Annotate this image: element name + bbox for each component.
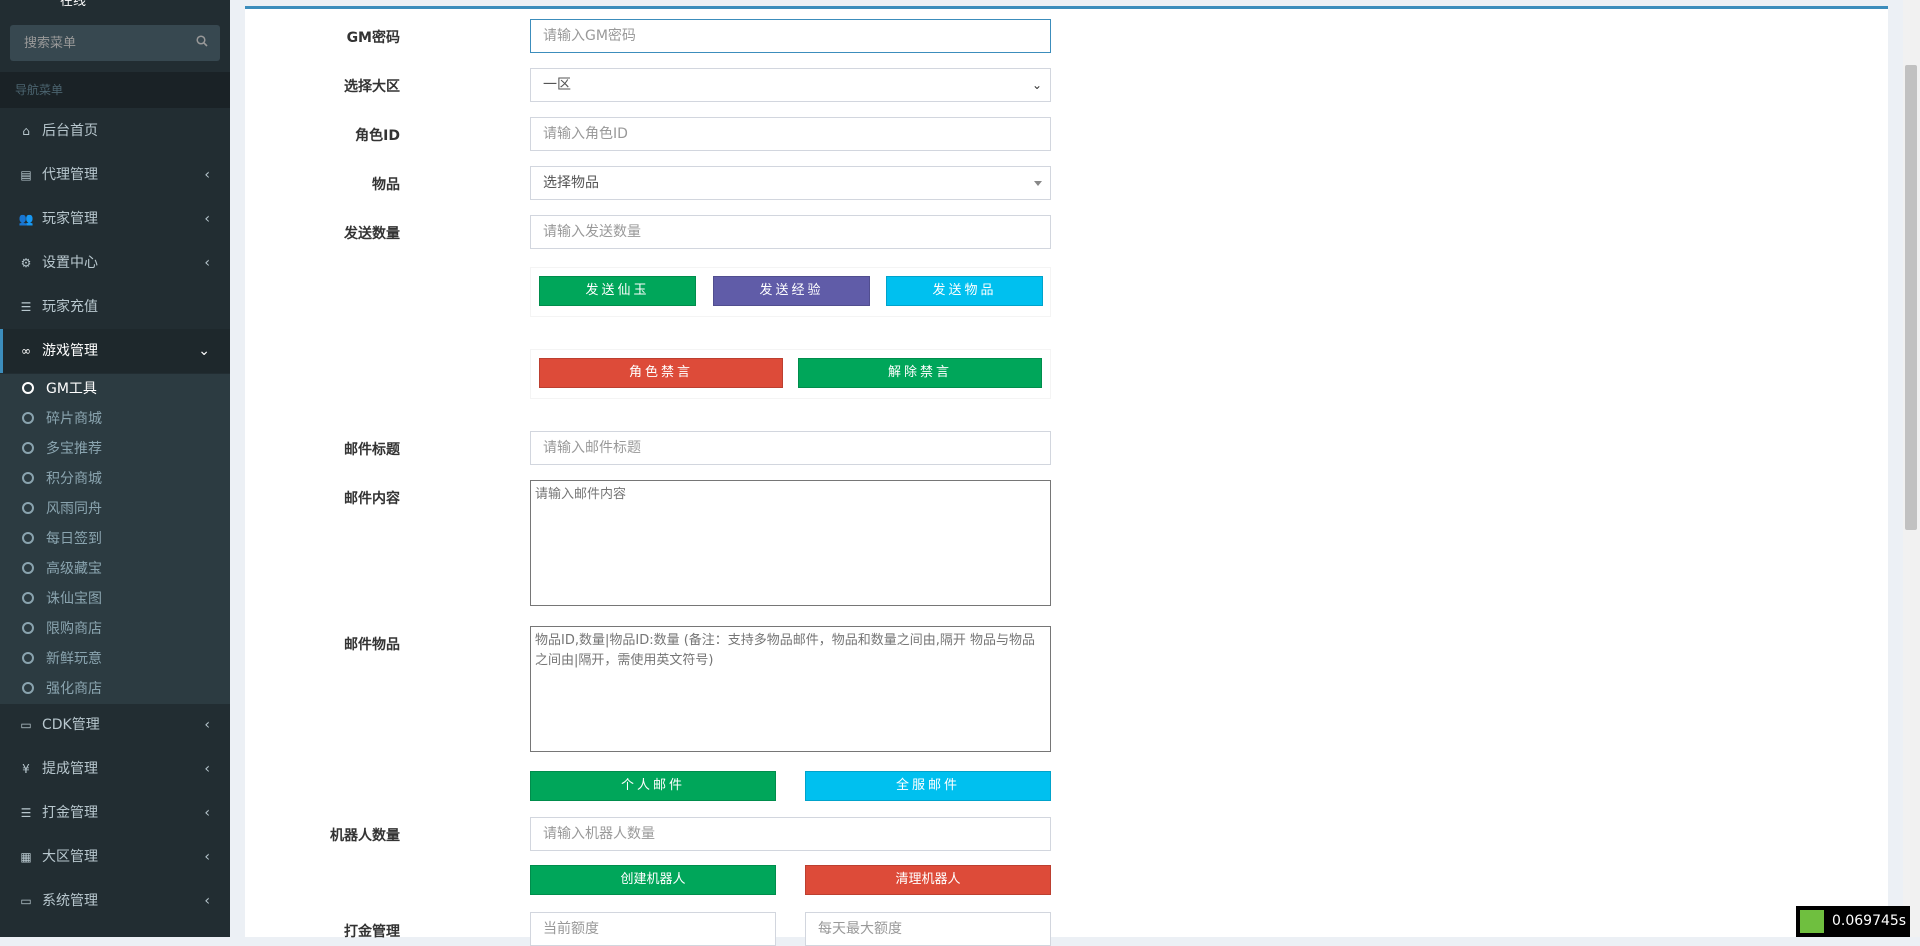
chevron-left-icon: ‹ bbox=[204, 255, 210, 271]
user-status: 在线 bbox=[60, 0, 87, 9]
mail-items-textarea[interactable] bbox=[530, 626, 1051, 752]
yen-icon: ¥ bbox=[22, 762, 30, 776]
chevron-left-icon: ‹ bbox=[204, 805, 210, 821]
th-large-icon: ▦ bbox=[20, 850, 32, 864]
mail-title-input[interactable] bbox=[530, 431, 1051, 465]
gamepad-icon: ∞ bbox=[21, 344, 31, 358]
send-count-input[interactable] bbox=[530, 215, 1051, 249]
home-icon: ⌂ bbox=[22, 124, 30, 138]
daily-max-quota-input[interactable] bbox=[805, 912, 1051, 946]
chevron-left-icon: ‹ bbox=[204, 893, 210, 909]
gm-tool-panel: GM密码 选择大区 一区 ⌄ 角色ID 物品 选择物品 发送数量 发送仙玉 发送… bbox=[245, 6, 1888, 946]
id-card-icon: ▤ bbox=[20, 168, 32, 182]
unmute-role-button[interactable]: 解除禁言 bbox=[798, 358, 1042, 388]
sidebar-item-commission[interactable]: ¥ 提成管理 ‹ bbox=[0, 747, 230, 791]
sidebar-item-game[interactable]: ∞ 游戏管理 ⌄ bbox=[0, 329, 230, 373]
gears-icon: ⚙ bbox=[20, 256, 32, 270]
circle-icon bbox=[22, 652, 34, 664]
region-select[interactable]: 一区 ⌄ bbox=[530, 68, 1051, 102]
search-icon[interactable] bbox=[196, 35, 208, 47]
chevron-left-icon: ‹ bbox=[204, 167, 210, 183]
circle-icon bbox=[22, 382, 34, 394]
send-item-button[interactable]: 发送物品 bbox=[886, 276, 1043, 306]
chevron-down-icon: ⌄ bbox=[198, 343, 210, 359]
page-timer: 0.069745s bbox=[1796, 906, 1911, 937]
gold-label: 打金管理 bbox=[344, 924, 400, 940]
role-id-input[interactable] bbox=[530, 117, 1051, 151]
sub-item-enhance-shop[interactable]: 强化商店 bbox=[0, 674, 230, 704]
region-label: 选择大区 bbox=[344, 79, 400, 95]
chevron-left-icon: ‹ bbox=[204, 211, 210, 227]
sub-item-fragment-shop[interactable]: 碎片商城 bbox=[0, 404, 230, 434]
mail-title-label: 邮件标题 bbox=[344, 442, 400, 458]
gm-password-label: GM密码 bbox=[346, 30, 400, 46]
role-id-label: 角色ID bbox=[355, 128, 400, 144]
sidebar-item-settings[interactable]: ⚙ 设置中心 ‹ bbox=[0, 241, 230, 285]
sidebar: 在线 导航菜单 ⌂后台首页 ▤代理管理 ‹ 👥玩家管理 ‹ ⚙设置中心 ‹ ☰玩… bbox=[0, 0, 230, 937]
send-count-label: 发送数量 bbox=[344, 226, 400, 242]
sub-item-gm-tool[interactable]: GM工具 bbox=[0, 374, 230, 404]
chevron-left-icon: ‹ bbox=[204, 761, 210, 777]
circle-icon bbox=[22, 592, 34, 604]
personal-mail-button[interactable]: 个人邮件 bbox=[530, 771, 776, 801]
sidebar-search bbox=[10, 25, 220, 61]
desktop-icon: ▭ bbox=[20, 894, 32, 908]
sub-item-daily-signin[interactable]: 每日签到 bbox=[0, 524, 230, 554]
circle-icon bbox=[22, 682, 34, 694]
sidebar-item-recharge[interactable]: ☰ 玩家充值 bbox=[0, 285, 230, 329]
list-icon: ☰ bbox=[20, 300, 32, 314]
chevron-left-icon: ‹ bbox=[204, 717, 210, 733]
chevron-left-icon: ‹ bbox=[204, 849, 210, 865]
item-select[interactable]: 选择物品 bbox=[530, 166, 1051, 200]
robot-count-input[interactable] bbox=[530, 817, 1051, 851]
list-icon: ☰ bbox=[20, 806, 32, 820]
mail-content-textarea[interactable] bbox=[530, 480, 1051, 606]
sidebar-item-players[interactable]: 👥 玩家管理 ‹ bbox=[0, 197, 230, 241]
mute-role-button[interactable]: 角色禁言 bbox=[539, 358, 783, 388]
send-exp-button[interactable]: 发送经验 bbox=[713, 276, 870, 306]
circle-icon bbox=[22, 442, 34, 454]
page-scrollbar[interactable] bbox=[1903, 0, 1920, 937]
sub-item-novelty[interactable]: 新鲜玩意 bbox=[0, 644, 230, 674]
profiler-logo-icon bbox=[1800, 910, 1824, 933]
circle-icon bbox=[22, 532, 34, 544]
menu-search-input[interactable] bbox=[10, 25, 208, 61]
nav-header: 导航菜单 bbox=[0, 72, 230, 108]
clear-robot-button[interactable]: 清理机器人 bbox=[805, 865, 1051, 895]
sidebar-item-agent[interactable]: ▤ 代理管理 ‹ bbox=[0, 153, 230, 197]
users-icon: 👥 bbox=[18, 212, 34, 226]
caret-down-icon bbox=[1034, 181, 1042, 186]
gm-password-input[interactable] bbox=[530, 19, 1051, 53]
sidebar-item-home[interactable]: ⌂ 后台首页 bbox=[0, 109, 230, 153]
global-mail-button[interactable]: 全服邮件 bbox=[805, 771, 1051, 801]
create-robot-button[interactable]: 创建机器人 bbox=[530, 865, 776, 895]
credit-card-icon: ▭ bbox=[20, 718, 32, 732]
chevron-down-icon: ⌄ bbox=[1031, 78, 1042, 92]
circle-icon bbox=[22, 472, 34, 484]
sub-item-fengyu[interactable]: 风雨同舟 bbox=[0, 494, 230, 524]
game-submenu: GM工具 碎片商城 多宝推荐 积分商城 风雨同舟 每日签到 高级藏宝 诛仙宝图 … bbox=[0, 374, 230, 704]
item-label: 物品 bbox=[372, 177, 400, 193]
sub-item-limited-shop[interactable]: 限购商店 bbox=[0, 614, 230, 644]
sidebar-item-gold[interactable]: ☰ 打金管理 ‹ bbox=[0, 791, 230, 835]
sidebar-item-cdk[interactable]: ▭ CDK管理 ‹ bbox=[0, 703, 230, 747]
circle-icon bbox=[22, 622, 34, 634]
circle-icon bbox=[22, 562, 34, 574]
circle-icon bbox=[22, 502, 34, 514]
robot-count-label: 机器人数量 bbox=[330, 828, 400, 844]
sidebar-item-region[interactable]: ▦ 大区管理 ‹ bbox=[0, 835, 230, 879]
scrollbar-thumb[interactable] bbox=[1905, 65, 1917, 530]
send-jade-button[interactable]: 发送仙玉 bbox=[539, 276, 696, 306]
sub-item-points-shop[interactable]: 积分商城 bbox=[0, 464, 230, 494]
mail-items-label: 邮件物品 bbox=[344, 637, 400, 653]
sub-item-treasure[interactable]: 高级藏宝 bbox=[0, 554, 230, 584]
circle-icon bbox=[22, 412, 34, 424]
sidebar-item-system[interactable]: ▭ 系统管理 ‹ bbox=[0, 879, 230, 923]
sub-item-duobao[interactable]: 多宝推荐 bbox=[0, 434, 230, 464]
current-quota-input[interactable] bbox=[530, 912, 776, 946]
mail-content-label: 邮件内容 bbox=[344, 491, 400, 507]
sub-item-zhuxian-map[interactable]: 诛仙宝图 bbox=[0, 584, 230, 614]
